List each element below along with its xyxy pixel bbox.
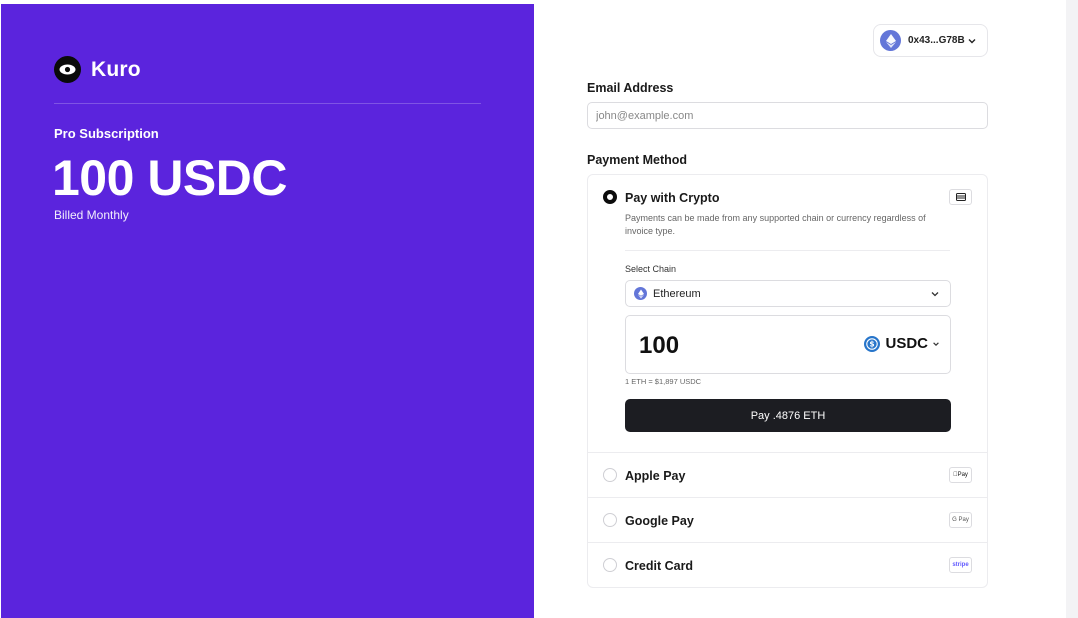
credit-card-radio[interactable]: [603, 558, 617, 572]
payment-option-credit-card[interactable]: Credit Card stripe: [588, 542, 987, 587]
ethereum-icon: [880, 30, 901, 51]
credit-card-title: Credit Card: [625, 559, 694, 573]
wallet-address: 0x43...G78B: [908, 35, 965, 46]
svg-text:$: $: [870, 339, 875, 348]
crypto-title: Pay with Crypto: [625, 191, 720, 205]
divider: [625, 250, 950, 251]
chevron-down-icon: [968, 38, 976, 43]
ethereum-icon: [634, 287, 647, 300]
google-pay-badge: G Pay: [952, 517, 969, 523]
apple-pay-badge: Pay: [953, 472, 968, 478]
chevron-down-icon: [931, 291, 939, 296]
payment-method-label: Payment Method: [587, 153, 688, 167]
google-pay-radio[interactable]: [603, 513, 617, 527]
crypto-description: Payments can be made from any supported …: [625, 213, 926, 236]
payment-option-crypto[interactable]: Pay with Crypto Payments can be made fro…: [588, 175, 987, 452]
plan-name: Pro Subscription: [54, 126, 159, 141]
checkout-page: Kuro Pro Subscription 100 USDC Billed Mo…: [0, 0, 1078, 618]
apple-pay-icon: Pay: [949, 467, 972, 483]
payment-option-google-pay[interactable]: Google Pay G Pay: [588, 497, 987, 542]
currency-select[interactable]: $ USDC: [864, 335, 940, 352]
chain-select[interactable]: Ethereum: [625, 280, 951, 307]
divider: [54, 103, 481, 104]
exchange-rate: 1 ETH = $1,897 USDC: [625, 377, 702, 386]
scrollbar-track[interactable]: [1066, 0, 1078, 618]
wallet-card-icon: [949, 189, 972, 205]
amount-value[interactable]: 100: [639, 332, 679, 360]
billing-period: Billed Monthly: [54, 208, 129, 222]
google-pay-icon: G Pay: [949, 512, 972, 528]
apple-pay-title: Apple Pay: [625, 469, 686, 483]
email-input[interactable]: [587, 102, 988, 129]
stripe-badge: stripe: [952, 562, 969, 568]
apple-pay-radio[interactable]: [603, 468, 617, 482]
currency-value: USDC: [885, 335, 928, 352]
google-pay-title: Google Pay: [625, 514, 694, 528]
crypto-radio[interactable]: [603, 190, 617, 204]
kuro-logo-icon: [54, 56, 81, 83]
chain-label: Select Chain: [625, 264, 677, 274]
brand-name: Kuro: [91, 57, 141, 81]
payment-method-list: Pay with Crypto Payments can be made fro…: [587, 174, 988, 588]
order-summary-panel: Kuro Pro Subscription 100 USDC Billed Mo…: [1, 4, 534, 618]
wallet-selector[interactable]: 0x43...G78B: [873, 24, 988, 57]
pay-button[interactable]: Pay .4876 ETH: [625, 399, 951, 432]
amount-field[interactable]: 100 $ USDC: [625, 315, 951, 374]
email-label: Email Address: [587, 81, 674, 95]
plan-price: 100 USDC: [52, 150, 288, 206]
chain-value: Ethereum: [653, 287, 701, 300]
chevron-down-icon: [933, 341, 939, 346]
brand: Kuro: [54, 56, 141, 83]
usdc-icon: $: [864, 335, 881, 352]
stripe-icon: stripe: [949, 557, 972, 573]
payment-option-apple-pay[interactable]: Apple Pay Pay: [588, 452, 987, 497]
